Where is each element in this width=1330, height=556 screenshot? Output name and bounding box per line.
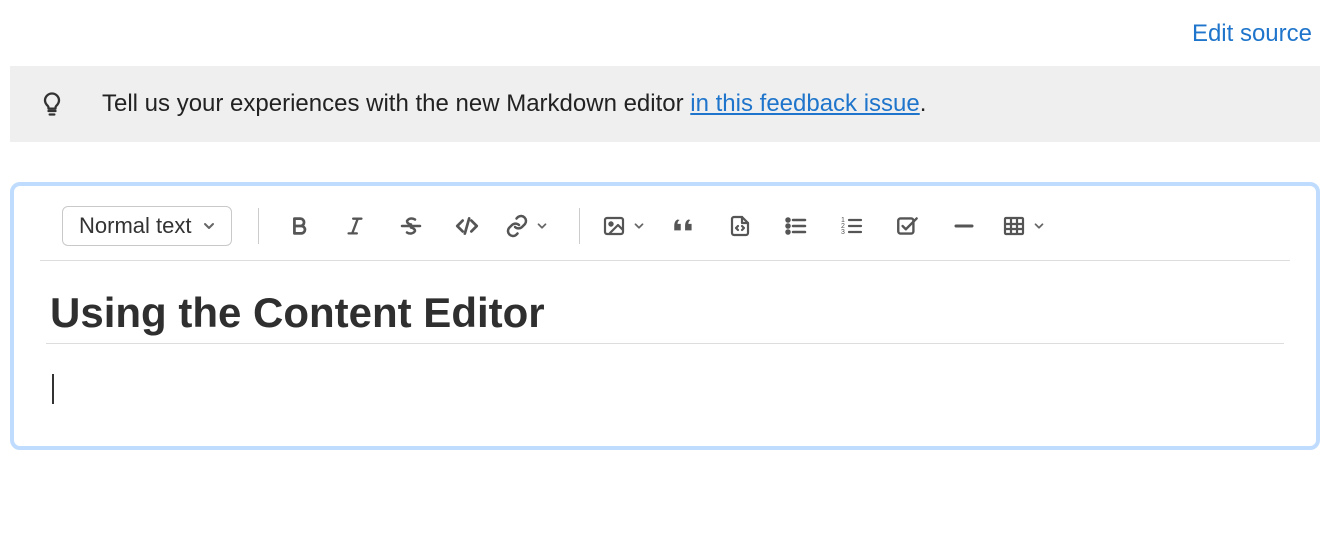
numbered-list-button[interactable]: 123 xyxy=(830,206,874,246)
code-block-button[interactable] xyxy=(718,206,762,246)
bold-button[interactable] xyxy=(277,206,321,246)
header-actions: Edit source xyxy=(10,10,1320,66)
notice-text-before: Tell us your experiences with the new Ma… xyxy=(102,90,690,117)
editor-content[interactable]: Using the Content Editor xyxy=(20,261,1310,406)
italic-button[interactable] xyxy=(333,206,377,246)
text-style-dropdown[interactable]: Normal text xyxy=(62,206,232,246)
edit-source-link[interactable]: Edit source xyxy=(1192,20,1312,48)
document-title[interactable]: Using the Content Editor xyxy=(46,289,1284,344)
blockquote-button[interactable] xyxy=(662,206,706,246)
horizontal-rule-button[interactable] xyxy=(942,206,986,246)
image-button[interactable] xyxy=(598,206,650,246)
notice-text-after: . xyxy=(920,90,927,117)
text-style-label: Normal text xyxy=(79,213,191,239)
chevron-down-icon xyxy=(632,219,646,233)
task-list-button[interactable] xyxy=(886,206,930,246)
svg-text:3: 3 xyxy=(841,229,845,236)
link-button[interactable] xyxy=(501,206,553,246)
strikethrough-button[interactable] xyxy=(389,206,433,246)
editor-container: Normal text xyxy=(10,182,1320,450)
chevron-down-icon xyxy=(535,219,549,233)
text-cursor xyxy=(52,374,54,404)
lightbulb-icon xyxy=(38,90,66,118)
feedback-issue-link[interactable]: in this feedback issue xyxy=(690,90,919,117)
bullet-list-button[interactable] xyxy=(774,206,818,246)
notice-text: Tell us your experiences with the new Ma… xyxy=(102,90,926,118)
toolbar-separator xyxy=(579,208,580,244)
table-button[interactable] xyxy=(998,206,1050,246)
toolbar-separator xyxy=(258,208,259,244)
chevron-down-icon xyxy=(1032,219,1046,233)
chevron-down-icon xyxy=(201,218,217,234)
editor-toolbar: Normal text xyxy=(40,200,1290,261)
feedback-notice: Tell us your experiences with the new Ma… xyxy=(10,66,1320,142)
code-button[interactable] xyxy=(445,206,489,246)
editor-body-line[interactable] xyxy=(46,372,1284,406)
